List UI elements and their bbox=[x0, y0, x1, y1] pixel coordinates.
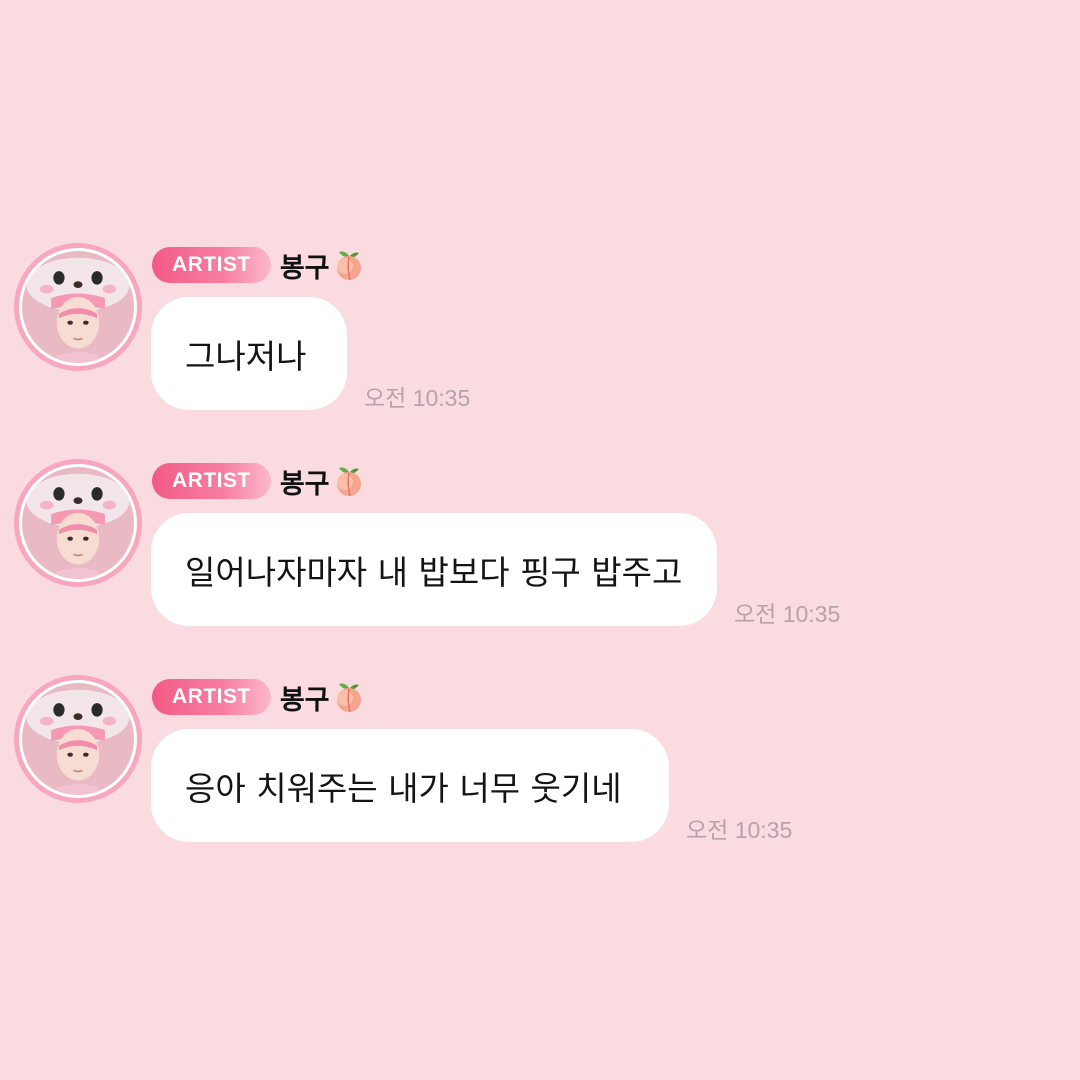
message-timestamp: 오전 10:35 bbox=[686, 817, 793, 843]
peach-icon bbox=[332, 248, 366, 282]
chat-message: ARTIST 봉구 응아 치워주는 내가 너무 웃기네 오전 10:35 bbox=[0, 675, 1080, 875]
message-header: ARTIST 봉구 bbox=[152, 461, 366, 501]
sender-name-wrap: 봉구 bbox=[280, 462, 366, 501]
chat-message: ARTIST 봉구 일어나자마자 내 밥보다 핑구 밥주고 오전 10:35 bbox=[0, 459, 1080, 659]
message-bubble[interactable]: 일어나자마자 내 밥보다 핑구 밥주고 bbox=[151, 513, 717, 626]
avatar-image bbox=[19, 464, 137, 582]
sender-name: 봉구 bbox=[279, 252, 330, 284]
avatar[interactable] bbox=[14, 459, 142, 587]
message-header: ARTIST 봉구 bbox=[152, 245, 366, 285]
message-timestamp: 오전 10:35 bbox=[364, 385, 471, 411]
avatar-image bbox=[19, 680, 137, 798]
artist-badge: ARTIST bbox=[152, 247, 271, 283]
chat-thread: ARTIST 봉구 그나저나 오전 10:35 ARTIST 봉구 일어나자마자… bbox=[0, 0, 1080, 1080]
sender-name-wrap: 봉구 bbox=[280, 246, 366, 285]
chat-message: ARTIST 봉구 그나저나 오전 10:35 bbox=[0, 243, 1080, 443]
message-bubble[interactable]: 그나저나 bbox=[151, 297, 347, 410]
message-header: ARTIST 봉구 bbox=[152, 677, 366, 717]
avatar[interactable] bbox=[14, 675, 142, 803]
avatar-image bbox=[19, 248, 137, 366]
sender-name: 봉구 bbox=[279, 468, 330, 500]
message-timestamp: 오전 10:35 bbox=[734, 601, 841, 627]
sender-name: 봉구 bbox=[279, 684, 330, 716]
sender-name-wrap: 봉구 bbox=[280, 678, 366, 717]
message-bubble[interactable]: 응아 치워주는 내가 너무 웃기네 bbox=[151, 729, 669, 842]
peach-icon bbox=[332, 464, 366, 498]
artist-badge: ARTIST bbox=[152, 679, 271, 715]
avatar[interactable] bbox=[14, 243, 142, 371]
artist-badge: ARTIST bbox=[152, 463, 271, 499]
peach-icon bbox=[332, 680, 366, 714]
